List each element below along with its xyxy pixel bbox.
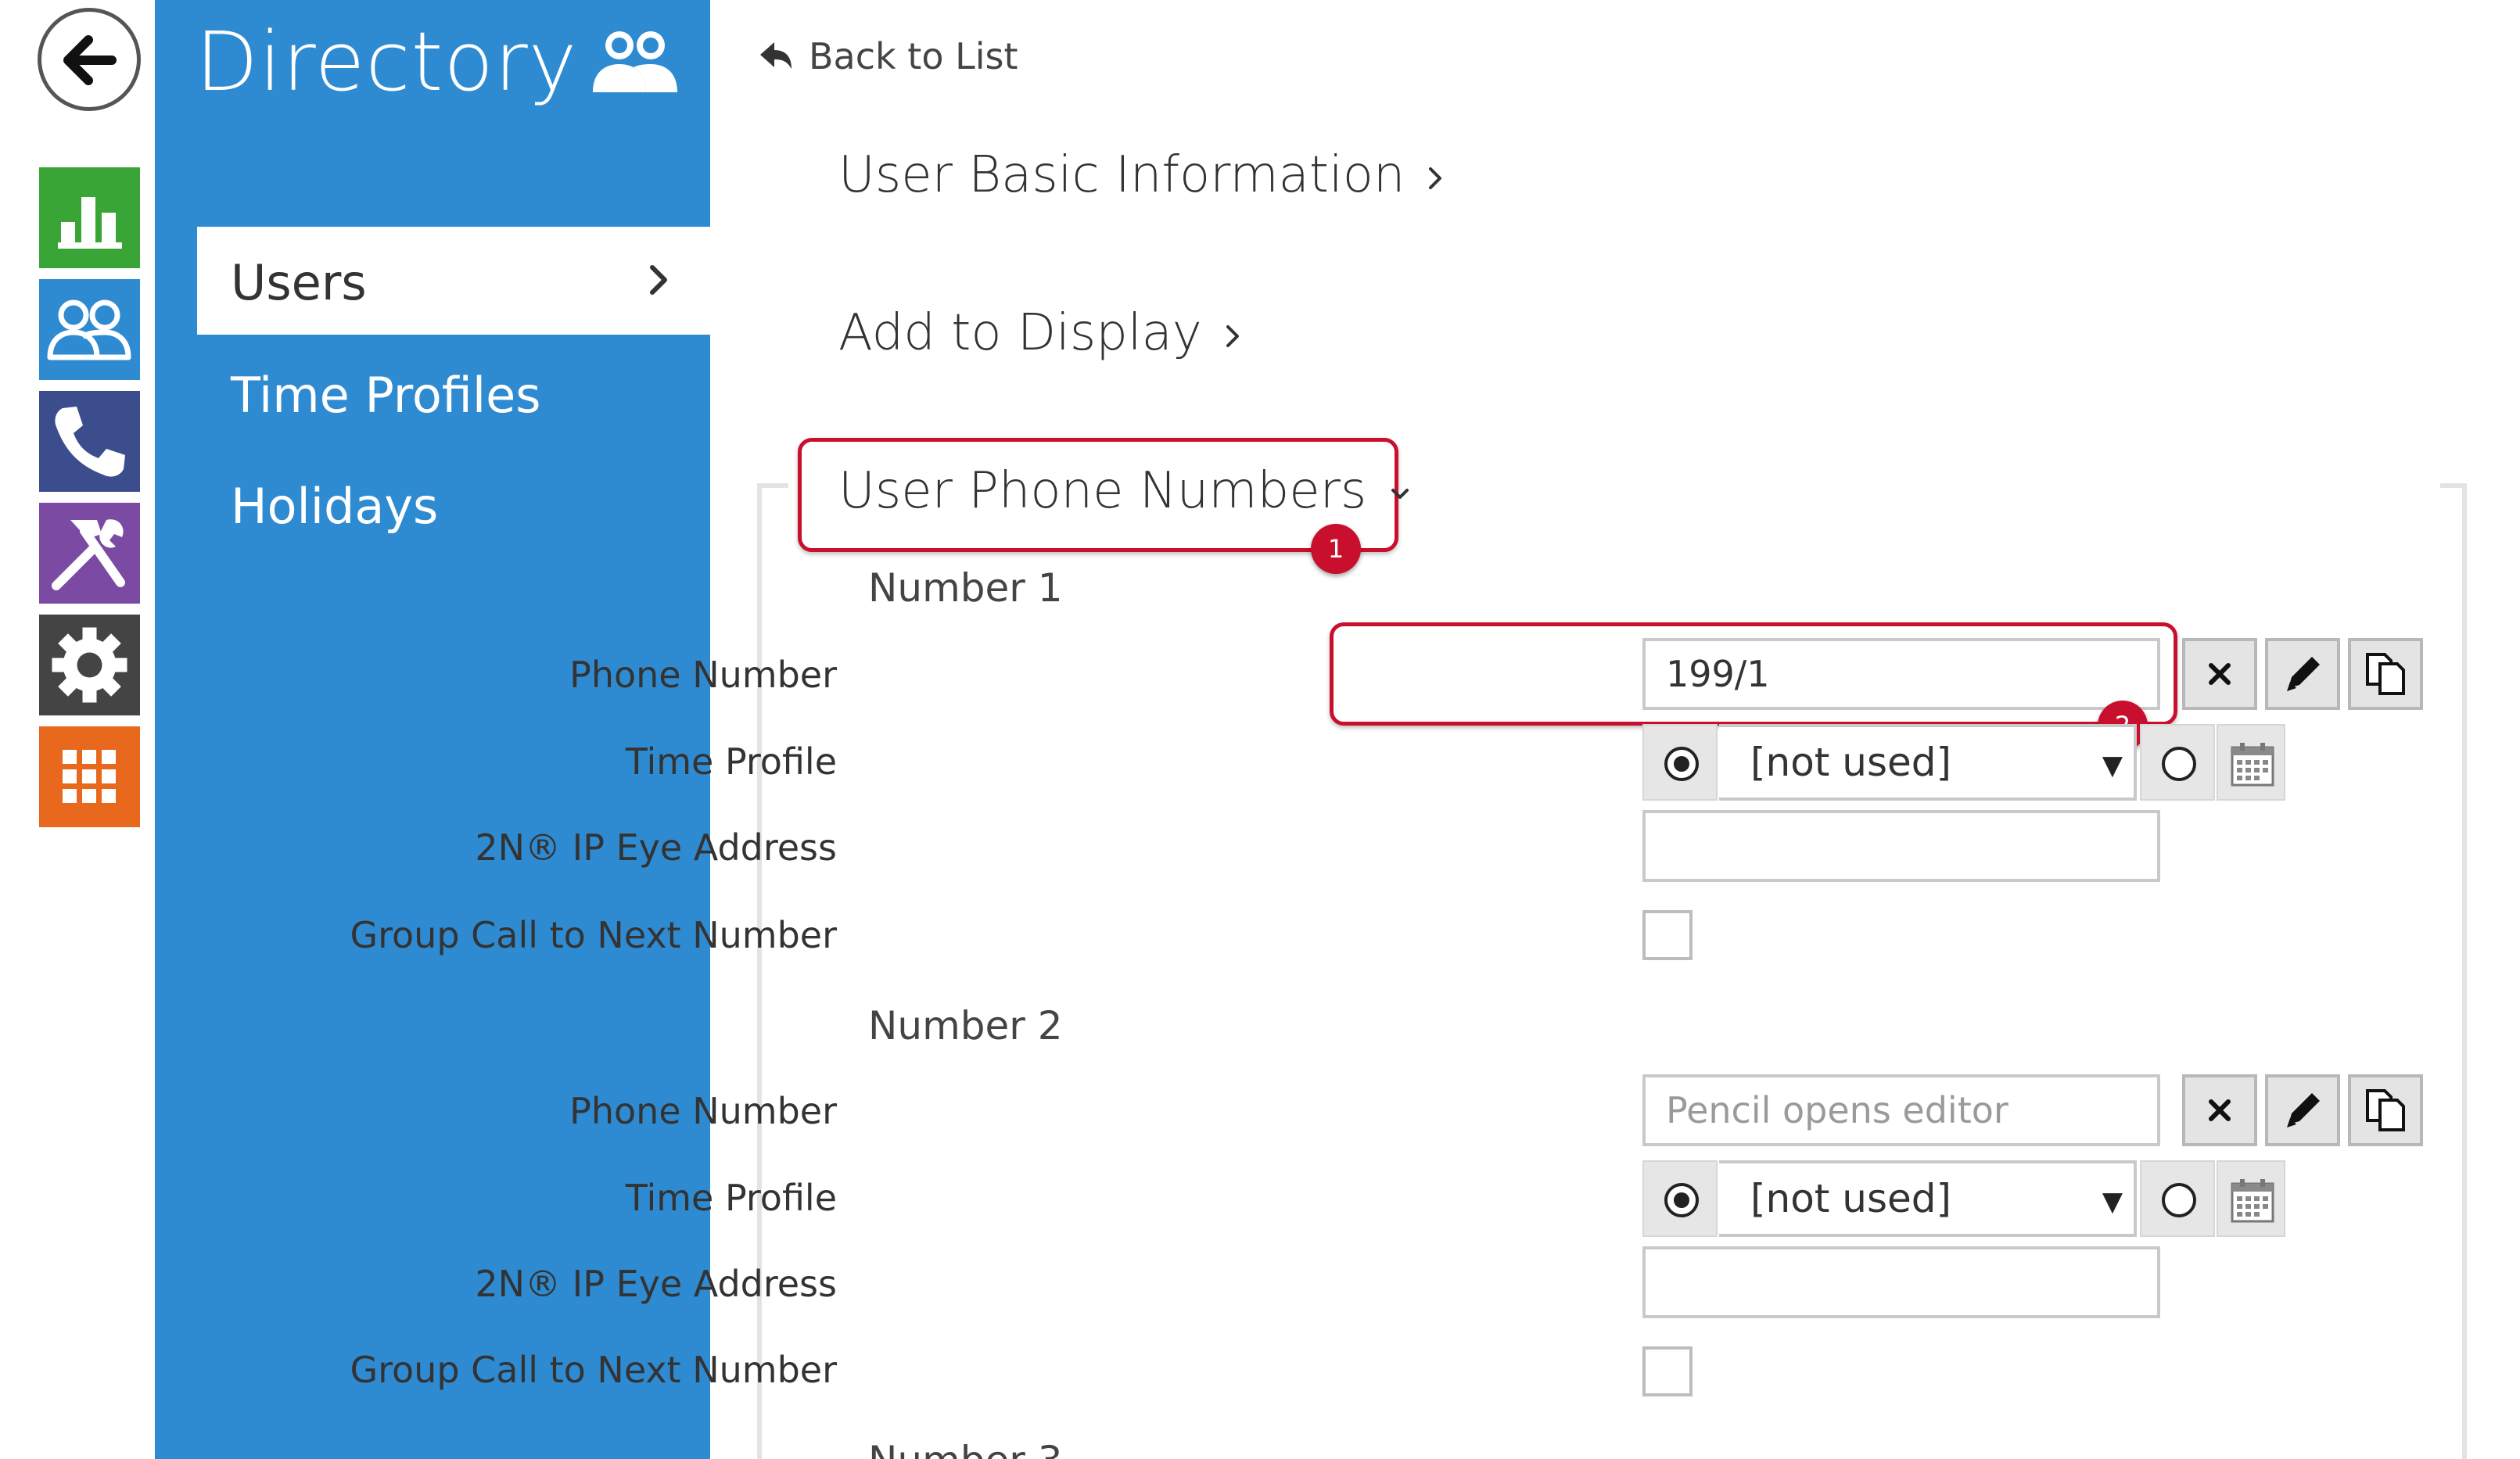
users-icon <box>47 299 131 360</box>
time-profile-label: Time Profile <box>625 1177 837 1219</box>
back-to-list-label: Back to List <box>809 35 1018 77</box>
edit-phone-button[interactable] <box>2265 638 2340 710</box>
ip-eye-address-label: 2N® IP Eye Address <box>475 1263 837 1305</box>
panel-border-right <box>2462 483 2467 1459</box>
chevron-right-icon <box>1226 324 1239 347</box>
rail-item-apps[interactable] <box>39 726 140 827</box>
edit-phone-button[interactable] <box>2265 1074 2340 1146</box>
number-2-title: Number 2 <box>868 1003 1063 1049</box>
section-add-to-display[interactable]: Add to Display <box>838 300 1243 366</box>
rail-item-phone[interactable] <box>39 391 140 492</box>
time-profile-label: Time Profile <box>625 740 837 783</box>
section-label: Add to Display <box>838 304 1202 362</box>
nav-title: Directory <box>196 14 578 109</box>
panel-border-left <box>757 485 762 1459</box>
phone-number-label: Phone Number <box>569 654 837 696</box>
dropdown-arrow-icon: ▼ <box>2102 750 2123 781</box>
gear-icon <box>52 627 127 703</box>
time-profile-custom-radio[interactable] <box>2140 1160 2215 1237</box>
copy-phone-button[interactable] <box>2348 1074 2423 1146</box>
section-user-basic-information[interactable]: User Basic Information <box>838 142 1445 208</box>
time-profile-select[interactable]: [not used] ▼ <box>1719 1160 2137 1237</box>
close-icon <box>2209 663 2231 685</box>
back-to-list-link[interactable]: Back to List <box>757 33 1018 80</box>
radio-selected-icon <box>1664 1183 1699 1217</box>
copy-icon <box>2366 1089 2405 1131</box>
section-label: User Basic Information <box>838 146 1405 204</box>
time-profile-select-radio[interactable] <box>1642 1160 1718 1237</box>
group-call-label: Group Call to Next Number <box>350 914 837 956</box>
bar-chart-icon <box>58 197 122 249</box>
section-label: User Phone Numbers <box>838 462 1367 520</box>
dropdown-arrow-icon: ▼ <box>2102 1186 2123 1217</box>
chevron-down-icon <box>1391 488 1409 499</box>
callout-badge-1: 1 <box>1311 524 1361 574</box>
rail-item-directory[interactable] <box>39 279 140 380</box>
time-profile-value: [not used] <box>1750 740 1952 785</box>
number-1-title: Number 1 <box>868 565 1063 611</box>
calendar-icon <box>2231 1179 2274 1223</box>
nav-item-time-profiles[interactable]: Time Profiles <box>231 363 541 428</box>
icon-rail <box>0 0 155 1459</box>
ip-eye-address-input[interactable] <box>1642 1246 2160 1318</box>
nav-item-users-label: Users <box>231 254 367 311</box>
phone-icon <box>55 407 125 477</box>
number-3-title: Number 3 <box>868 1436 1063 1459</box>
back-button[interactable] <box>38 8 141 111</box>
close-icon <box>2209 1099 2231 1121</box>
radio-unselected-icon <box>2162 1183 2196 1217</box>
nav-item-holidays[interactable]: Holidays <box>231 474 438 540</box>
group-call-checkbox[interactable] <box>1642 910 1693 960</box>
copy-icon <box>2366 653 2405 695</box>
rail-item-services[interactable] <box>39 503 140 604</box>
time-profile-select[interactable]: [not used] ▼ <box>1719 724 2137 801</box>
time-profile-calendar-button[interactable] <box>2217 724 2285 801</box>
phone-number-input[interactable]: 199/1 <box>1642 638 2160 710</box>
rail-item-status[interactable] <box>39 167 140 268</box>
ip-eye-address-input[interactable] <box>1642 810 2160 882</box>
calendar-icon <box>2231 743 2274 787</box>
clear-phone-button[interactable] <box>2182 638 2257 710</box>
chevron-right-icon <box>1429 167 1442 189</box>
time-profile-value: [not used] <box>1750 1176 1952 1221</box>
pencil-icon <box>2287 1093 2320 1127</box>
phone-number-label: Phone Number <box>569 1090 837 1132</box>
group-call-checkbox[interactable] <box>1642 1346 1693 1396</box>
radio-unselected-icon <box>2162 747 2196 781</box>
time-profile-select-radio[interactable] <box>1642 724 1718 801</box>
panel-border-top-right <box>2440 483 2467 488</box>
panel-border-top-left <box>757 483 788 488</box>
clear-phone-button[interactable] <box>2182 1074 2257 1146</box>
copy-phone-button[interactable] <box>2348 638 2423 710</box>
time-profile-calendar-button[interactable] <box>2217 1160 2285 1237</box>
section-user-phone-numbers[interactable]: User Phone Numbers <box>838 458 1412 524</box>
rail-item-system[interactable] <box>39 615 140 715</box>
directory-nav-panel <box>155 0 710 1459</box>
radio-selected-icon <box>1664 747 1699 781</box>
group-call-label: Group Call to Next Number <box>350 1349 837 1391</box>
tools-icon <box>52 519 125 590</box>
arrow-left-icon <box>63 35 117 85</box>
reply-arrow-icon <box>760 42 792 69</box>
pencil-icon <box>2287 657 2320 691</box>
ip-eye-address-label: 2N® IP Eye Address <box>475 826 837 869</box>
phone-number-input[interactable]: Pencil opens editor <box>1642 1074 2160 1146</box>
chevron-right-icon <box>650 265 667 295</box>
time-profile-custom-radio[interactable] <box>2140 724 2215 801</box>
users-icon <box>593 31 677 92</box>
grid-icon <box>63 750 116 803</box>
